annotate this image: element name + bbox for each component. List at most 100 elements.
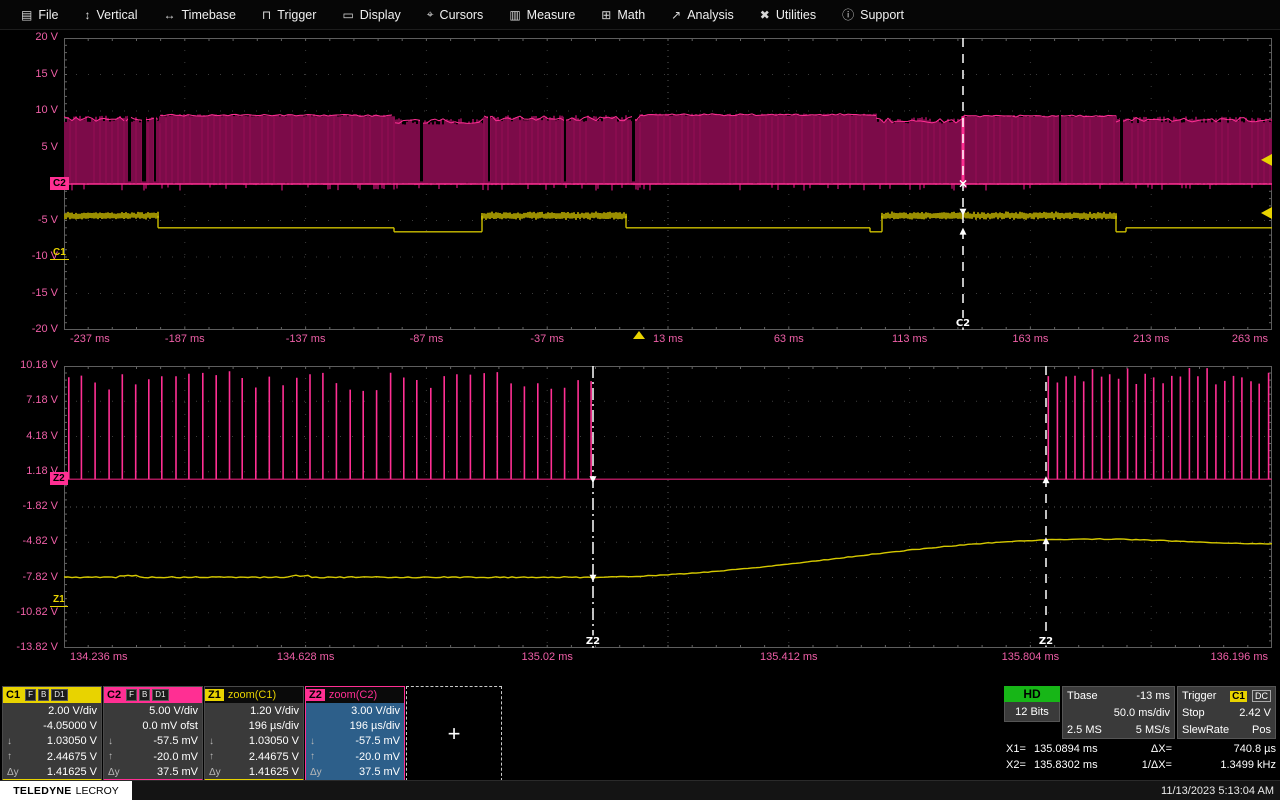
main-waveform-plot[interactable]: ×▼▲C2: [64, 38, 1272, 330]
cursor-max-icon: ↑: [7, 751, 12, 762]
trigger-level: 2.42 V: [1239, 707, 1271, 719]
descriptor-z1[interactable]: Z1 zoom(C1) 1.20 V/div 196 µs/div ↓1.030…: [204, 686, 304, 781]
y-axis-label: -15 V: [2, 287, 58, 299]
svg-text:▼: ▼: [590, 475, 597, 485]
menu-item-timebase[interactable]: ↔ Timebase: [151, 0, 249, 29]
row-value: 196 µs/div: [249, 720, 299, 732]
svg-text:C2: C2: [956, 318, 970, 329]
cursor-min-icon: ↓: [310, 736, 315, 747]
badge-d1: D1: [51, 689, 67, 701]
x-axis-label: 134.628 ms: [277, 651, 334, 663]
row-value: 37.5 mV: [157, 766, 198, 778]
add-trace-box[interactable]: +: [406, 686, 502, 781]
x-axis-label: 13 ms: [653, 333, 683, 345]
menu-item-file[interactable]: ▤File: [8, 0, 72, 29]
tbase-samplerate: 5 MS/s: [1136, 724, 1170, 736]
row-value: 1.41625 V: [249, 766, 299, 778]
svg-text:▲: ▲: [1043, 475, 1050, 485]
y-axis-label: -4.82 V: [2, 535, 58, 547]
delta-y-label: Δy: [108, 767, 120, 778]
y-axis-label: 10.18 V: [2, 359, 58, 371]
badge-f: F: [126, 689, 137, 701]
svg-text:▲: ▲: [960, 227, 967, 237]
c1-zero-marker[interactable]: C1: [50, 246, 69, 260]
trigger-icon: ⊓: [262, 8, 271, 22]
menu-item-label: Cursors: [440, 8, 484, 22]
trigger-descriptor[interactable]: Trigger C1 DC Stop2.42 V SlewRatePos: [1177, 686, 1276, 739]
menu-item-vertical[interactable]: ↕Vertical: [72, 0, 151, 29]
descriptor-c1-body: 2.00 V/div -4.05000 V ↓1.03050 V ↑2.4467…: [3, 703, 101, 780]
x-axis-label: 163 ms: [1012, 333, 1048, 345]
menu-item-cursors[interactable]: ⌖Cursors: [414, 0, 497, 29]
x-axis-label: 135.02 ms: [522, 651, 573, 663]
c1-level-marker[interactable]: [1261, 207, 1272, 219]
menu-item-label: Timebase: [182, 8, 236, 22]
x-axis-label: 213 ms: [1133, 333, 1169, 345]
y-axis-label: 15 V: [2, 68, 58, 80]
delta-y-label: Δy: [209, 767, 221, 778]
menu-item-trigger[interactable]: ⊓ Trigger: [249, 0, 330, 29]
c2-trace: [64, 114, 1272, 191]
row-value: -20.0 mV: [355, 751, 400, 763]
menu-item-measure[interactable]: ▥ Measure: [496, 0, 588, 29]
z2-trace: [69, 368, 1269, 479]
menu-item-analysis[interactable]: ↗ Analysis: [658, 0, 747, 29]
menu-item-display[interactable]: ▭Display: [329, 0, 413, 29]
menu-item-label: Measure: [527, 8, 576, 22]
c2-zero-marker[interactable]: C2: [50, 177, 69, 190]
inv-dx-value: 1.3499 kHz: [1176, 759, 1276, 771]
row-value: 1.41625 V: [47, 766, 97, 778]
utilities-icon: ✖: [760, 8, 770, 22]
cursor-min-icon: ↓: [209, 736, 214, 747]
trigger-position-marker[interactable]: [633, 331, 645, 339]
menu-item-label: Trigger: [277, 8, 316, 22]
x-axis-label: 263 ms: [1232, 333, 1268, 345]
y-axis-label: -20 V: [2, 323, 58, 335]
support-icon: ⓘ: [842, 6, 854, 23]
menu-item-label: Display: [360, 8, 401, 22]
descriptor-z2-header: Z2 zoom(C2): [306, 687, 404, 703]
descriptor-z2[interactable]: Z2 zoom(C2) 3.00 V/div 196 µs/div ↓-57.5…: [305, 686, 405, 781]
x-axis-label: 136.196 ms: [1211, 651, 1268, 663]
zoom-waveform-plot[interactable]: ▼▼Z2▲▲Z2: [64, 366, 1272, 648]
row-value: 1.20 V/div: [250, 705, 299, 717]
row-value: -57.5 mV: [153, 735, 198, 747]
row-value: 2.00 V/div: [48, 705, 97, 717]
logo-lecroy: LECROY: [76, 785, 119, 797]
descriptor-z1-subtitle: zoom(C1): [228, 689, 276, 701]
x2-value: 135.8302 ms: [1034, 759, 1126, 771]
menu-item-utilities[interactable]: ✖ Utilities: [747, 0, 829, 29]
svg-text:Z2: Z2: [1039, 636, 1053, 647]
menu-item-label: Vertical: [97, 8, 138, 22]
z2-zero-marker[interactable]: Z2: [50, 472, 68, 485]
cursor-min-icon: ↓: [7, 736, 12, 747]
y-axis-label: 7.18 V: [2, 394, 58, 406]
descriptor-c2[interactable]: C2 F B D1 5.00 V/div 0.0 mV ofst ↓-57.5 …: [103, 686, 203, 781]
x-axis-label: 135.412 ms: [760, 651, 817, 663]
menu-item-label: Analysis: [687, 8, 734, 22]
x-axis-label: -187 ms: [165, 333, 205, 345]
hd-bits: 12 Bits: [1004, 702, 1060, 722]
menu-item-label: Utilities: [776, 8, 816, 22]
row-value: 1.03050 V: [249, 735, 299, 747]
menu-item-label: Math: [617, 8, 645, 22]
measure-icon: ▥: [509, 8, 520, 22]
z1-zero-marker[interactable]: Z1: [50, 593, 68, 607]
descriptor-z2-subtitle: zoom(C2): [329, 689, 377, 701]
row-value: -20.0 mV: [153, 751, 198, 763]
cursor-max-icon: ↑: [209, 751, 214, 762]
trigger-source-badge: C1: [1230, 691, 1247, 702]
menu-item-math[interactable]: ⊞Math: [588, 0, 658, 29]
badge-f: F: [25, 689, 36, 701]
descriptor-c1[interactable]: C1 F B D1 2.00 V/div -4.05000 V ↓1.03050…: [2, 686, 102, 781]
analysis-icon: ↗: [671, 8, 681, 22]
timebase-descriptor[interactable]: Tbase-13 ms 50.0 ms/div 2.5 MS5 MS/s: [1062, 686, 1175, 739]
hd-indicator[interactable]: HD 12 Bits: [1004, 686, 1060, 722]
menu-item-support[interactable]: ⓘSupport: [829, 0, 917, 29]
x2-label: X2=: [1006, 759, 1034, 771]
trigger-type: SlewRate: [1182, 724, 1229, 736]
x-axis-label: -87 ms: [410, 333, 444, 345]
timebase-icon: ↔: [164, 8, 176, 22]
descriptor-c2-body: 5.00 V/div 0.0 mV ofst ↓-57.5 mV ↑-20.0 …: [104, 703, 202, 780]
inv-dx-label: 1/ΔX=: [1126, 759, 1176, 771]
